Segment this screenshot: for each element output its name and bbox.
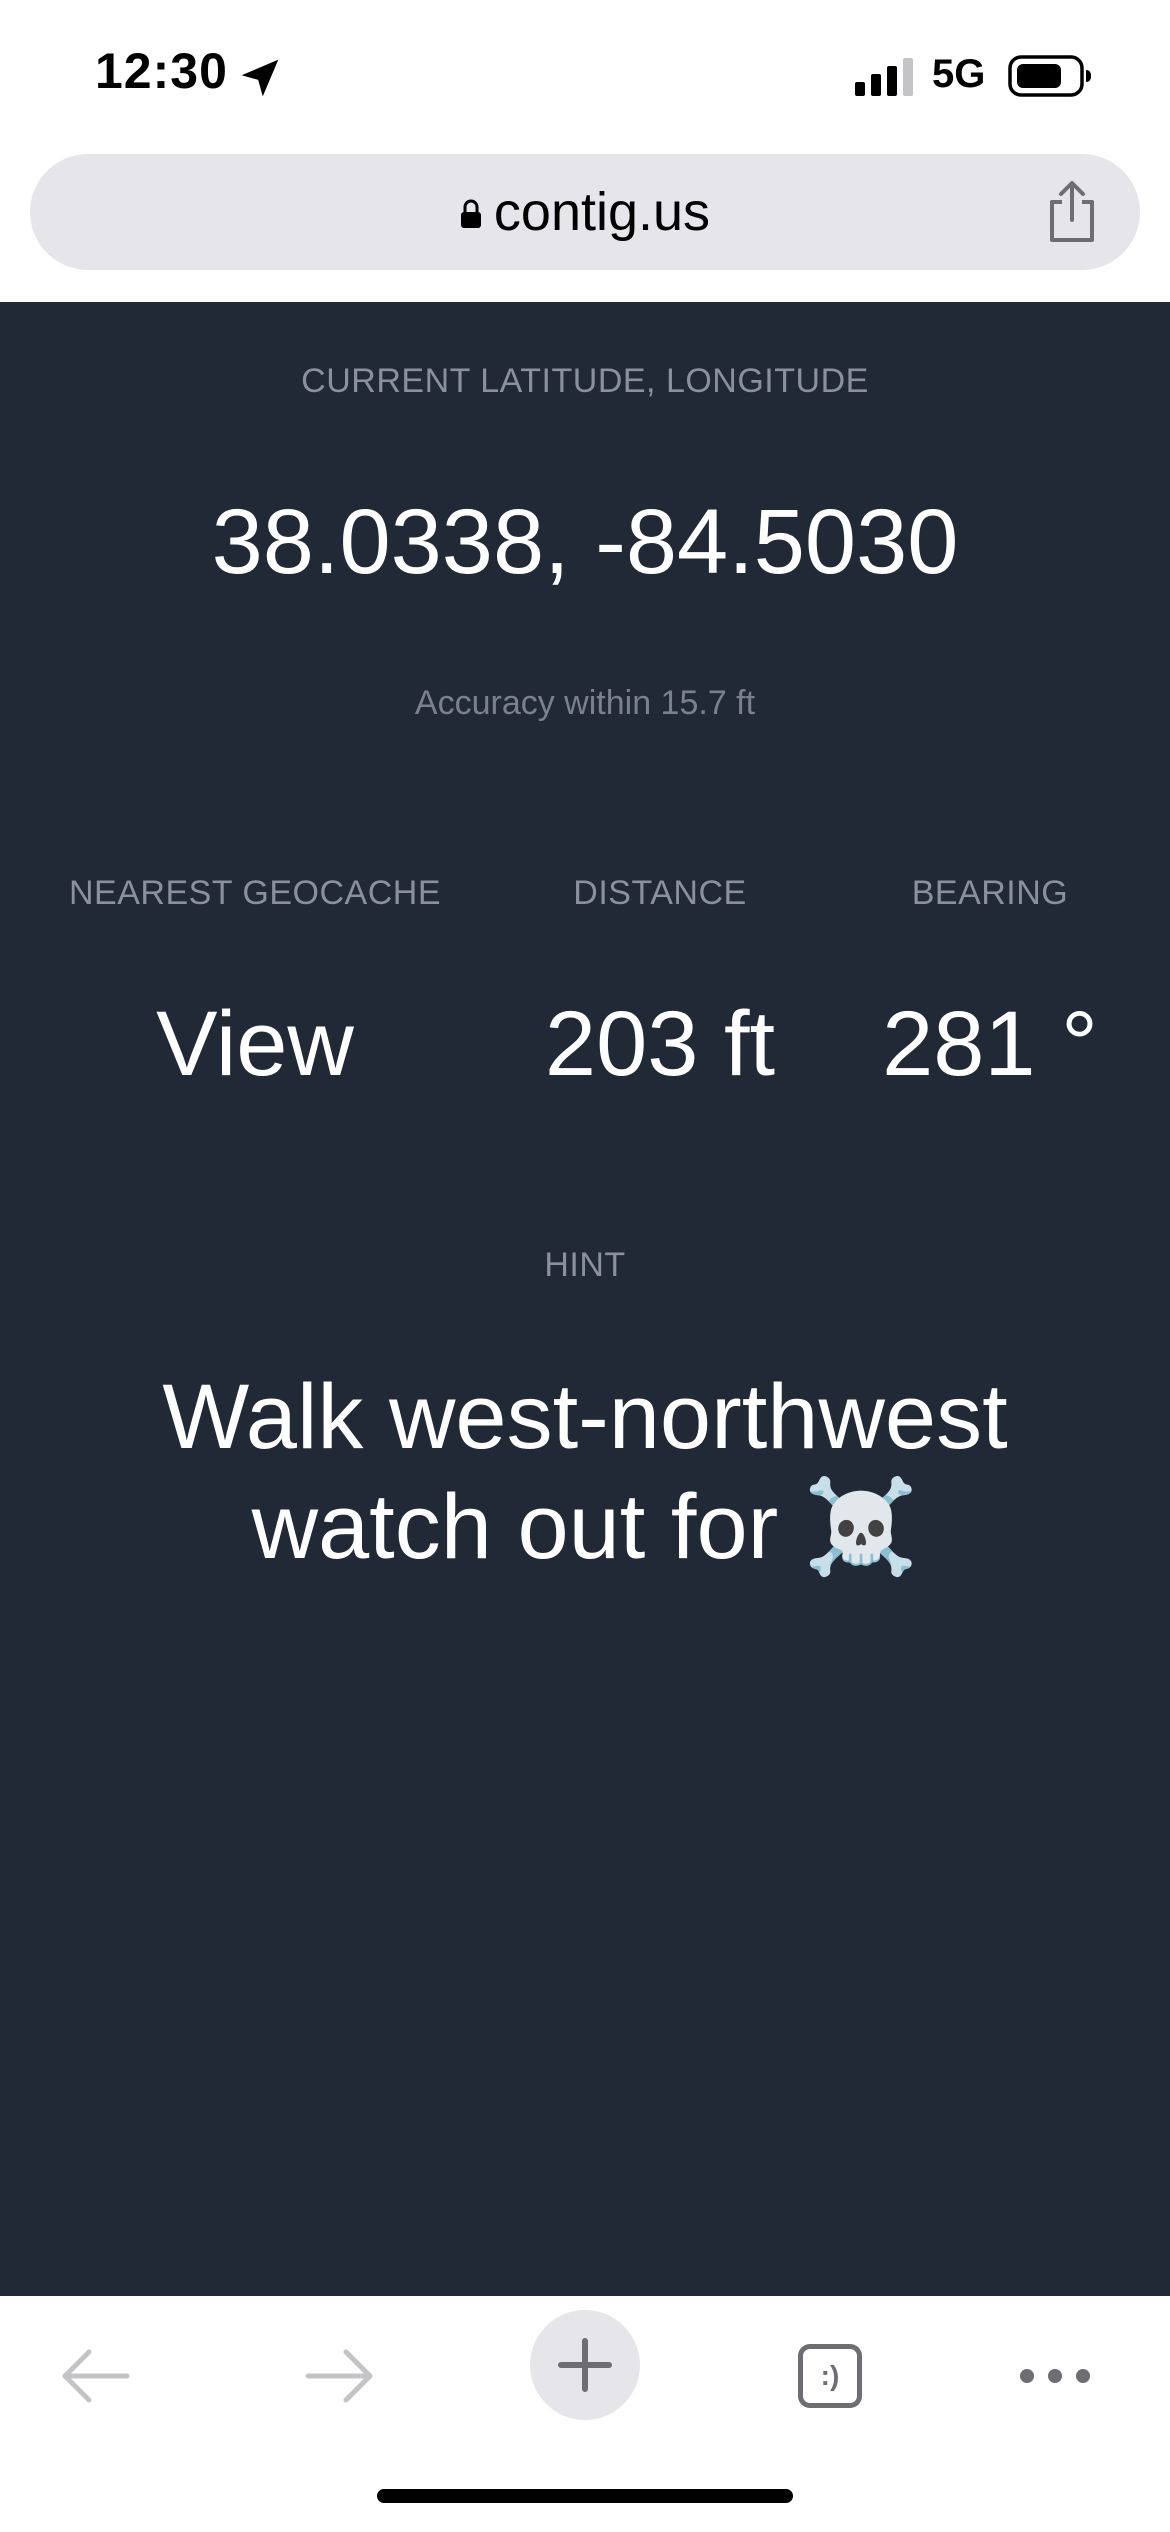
view-geocache-link[interactable]: View [156,993,354,1095]
nearest-geocache-cell: View [40,992,470,1097]
page-content: CURRENT LATITUDE, LONGITUDE 38.0338, -84… [0,302,1170,2296]
distance-value: 203 ft [544,993,776,1095]
lock-icon [460,199,481,228]
more-dots-icon [1020,2369,1090,2383]
location-arrow-icon [241,59,279,97]
back-arrow-icon [62,2349,130,2403]
hint-line-1: Walk west-northwest [162,1366,1008,1468]
share-icon[interactable] [1046,180,1098,244]
coordinates-label: CURRENT LATITUDE, LONGITUDE [301,362,869,400]
new-tab-button[interactable] [530,2310,640,2420]
status-time: 12:30 [95,43,228,99]
battery-icon [1008,55,1091,97]
cellular-signal-icon [855,58,913,96]
accuracy-text: Accuracy within 15.7 ft [414,684,756,722]
coordinates-value: 38.0338, -84.5030 [211,491,959,593]
url-text: contig.us [493,182,711,242]
more-button[interactable] [990,2326,1120,2426]
tabs-button[interactable]: :) [765,2326,895,2426]
hint-label: HINT [544,1246,626,1284]
forward-arrow-icon [305,2349,373,2403]
tabs-icon: :) [798,2344,862,2408]
hint-line-2: watch out for ☠️ [251,1476,919,1578]
bearing-label: BEARING [911,874,1069,912]
status-bar: 12:30 5G [0,0,1170,150]
bearing-value: 281 ° [882,993,1098,1095]
address-bar[interactable]: contig.us [30,154,1140,270]
distance-label: DISTANCE [573,874,747,912]
nearest-geocache-label: NEAREST GEOCACHE [68,874,441,912]
back-button[interactable] [30,2326,160,2426]
network-type: 5G [932,52,986,96]
plus-icon [558,2338,612,2392]
home-indicator[interactable] [377,2489,793,2503]
forward-button[interactable] [275,2326,405,2426]
hint-text: Walk west-northwest watch out for ☠️ [0,1362,1170,1582]
tabs-icon-label: :) [820,2360,840,2391]
